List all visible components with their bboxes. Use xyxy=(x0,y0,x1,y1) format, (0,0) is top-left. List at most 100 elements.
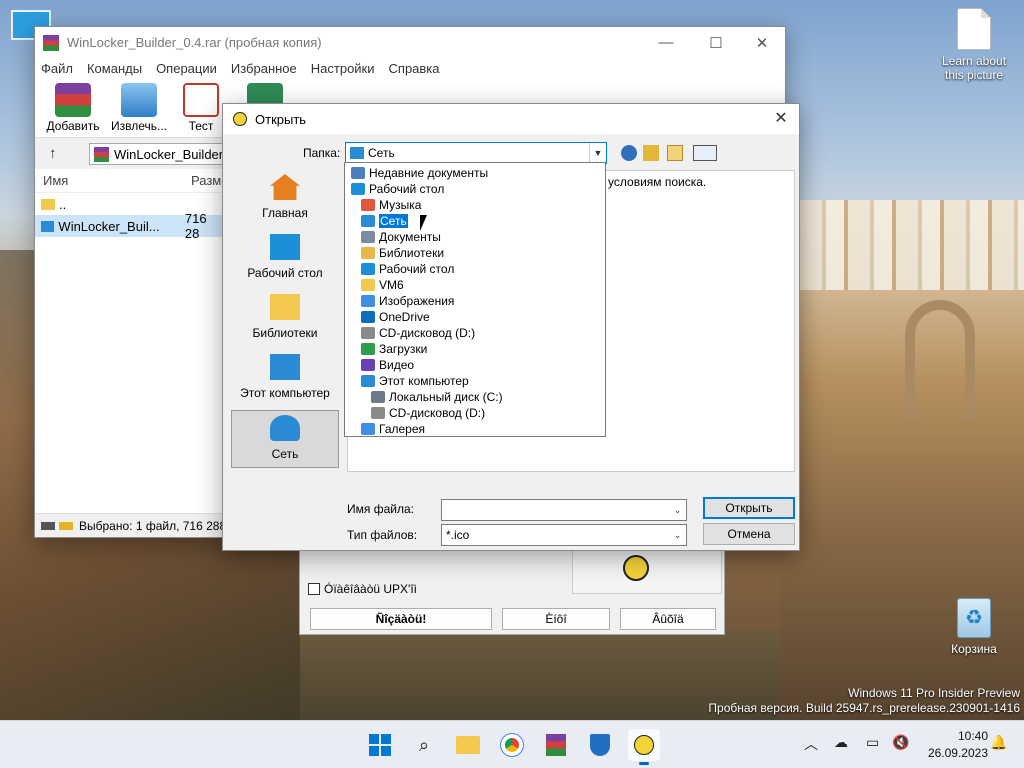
network-tray-icon[interactable]: ☁ xyxy=(834,734,848,751)
dropdown-item-label: Библиотеки xyxy=(379,246,445,260)
close-button[interactable]: ✕ xyxy=(739,27,785,58)
dropdown-item-label: Этот компьютер xyxy=(379,374,469,388)
chrome-icon[interactable] xyxy=(496,729,528,761)
open-button[interactable]: Открыть xyxy=(703,497,795,519)
back-icon[interactable] xyxy=(621,145,637,161)
menu-bar: Файл Команды Операции Избранное Настройк… xyxy=(35,58,785,78)
taskbar: ⌕ ︿ ☁ ▭ 🔇 10:40 26.09.2023 🔔 xyxy=(0,720,1024,768)
filetype-select[interactable]: *.ico ⌄ xyxy=(441,524,687,546)
menu-operations[interactable]: Операции xyxy=(156,61,217,76)
maximize-button[interactable]: ☐ xyxy=(693,27,739,58)
dropdown-item[interactable]: Недавние документы xyxy=(345,165,605,181)
dropdown-item[interactable]: Рабочий стол xyxy=(345,261,605,277)
start-icon[interactable] xyxy=(364,729,396,761)
cd-drive-icon xyxy=(371,407,385,419)
place-network[interactable]: Сеть xyxy=(231,410,339,468)
wallpaper-bridge xyxy=(905,300,975,420)
view-menu-icon[interactable] xyxy=(693,145,717,161)
exit-button[interactable]: Âûõîä xyxy=(620,608,716,630)
place-libraries[interactable]: Библиотеки xyxy=(231,290,339,348)
dropdown-item[interactable]: Локальный диск (C:) xyxy=(345,389,605,405)
folder-select[interactable]: Сеть ▼ xyxy=(345,142,607,164)
defender-icon[interactable] xyxy=(584,729,616,761)
dropdown-item[interactable]: OneDrive xyxy=(345,309,605,325)
chevron-down-icon[interactable]: ⌄ xyxy=(669,525,686,545)
dropdown-item-label: Видео xyxy=(379,358,415,372)
notification-bell-icon[interactable]: 🔔 xyxy=(990,734,1007,751)
place-desktop[interactable]: Рабочий стол xyxy=(231,230,339,288)
dropdown-item[interactable]: Сеть xyxy=(345,213,605,229)
search-icon[interactable]: ⌕ xyxy=(408,729,440,761)
explorer-icon[interactable] xyxy=(452,729,484,761)
status-text: Выбрано: 1 файл, 716 288 xyxy=(79,518,227,533)
chevron-up-icon[interactable]: ︿ xyxy=(804,734,818,754)
dropdown-item[interactable]: Загрузки xyxy=(345,341,605,357)
builder-icon[interactable] xyxy=(628,729,660,765)
desktop-icon-learn-picture[interactable]: Learn about this picture xyxy=(938,8,1010,82)
menu-help[interactable]: Справка xyxy=(389,61,440,76)
clock-time: 10:40 xyxy=(957,729,988,743)
dialog-close-button[interactable]: ✕ xyxy=(769,108,793,128)
dropdown-item[interactable]: Изображения xyxy=(345,293,605,309)
up-arrow-icon[interactable]: ↑ xyxy=(49,145,57,162)
dropdown-item[interactable]: Библиотеки xyxy=(345,245,605,261)
minimize-button[interactable]: — xyxy=(643,27,689,58)
cancel-button[interactable]: Отмена xyxy=(703,523,795,545)
dialog-titlebar[interactable]: Открыть xyxy=(223,104,799,134)
chevron-down-icon[interactable]: ▼ xyxy=(589,143,606,163)
menu-file[interactable]: Файл xyxy=(41,61,73,76)
builder-icon-preview xyxy=(572,550,722,594)
dropdown-item[interactable]: Музыка xyxy=(345,197,605,213)
menu-settings[interactable]: Настройки xyxy=(311,61,375,76)
recent-icon xyxy=(351,167,365,179)
dropdown-item[interactable]: Видео xyxy=(345,357,605,373)
network-icon xyxy=(350,147,364,159)
dropdown-item-label: Рабочий стол xyxy=(369,182,445,196)
test-clipboard-icon xyxy=(183,83,219,117)
menu-commands[interactable]: Команды xyxy=(87,61,142,76)
builder-window: Óïàêîâàòü UPX'îì Ñîçäàòü! Èíôî Âûõîä xyxy=(299,545,725,635)
home-icon xyxy=(270,174,300,200)
display-tray-icon[interactable]: ▭ xyxy=(866,734,879,751)
computer-icon xyxy=(361,375,375,387)
up-folder-icon[interactable] xyxy=(643,145,659,161)
upx-checkbox-row[interactable]: Óïàêîâàòü UPX'îì xyxy=(308,582,417,596)
drive-icon xyxy=(41,521,55,530)
clock[interactable]: 10:40 26.09.2023 xyxy=(928,728,988,762)
dropdown-item[interactable]: CD-дисковод (D:) xyxy=(345,405,605,421)
dropdown-item[interactable]: Рабочий стол xyxy=(345,181,605,197)
upx-checkbox[interactable] xyxy=(308,583,320,595)
desktop-icon xyxy=(351,183,365,195)
dropdown-item-label: Документы xyxy=(379,230,441,244)
winrar-icon[interactable] xyxy=(540,729,572,761)
libraries-icon xyxy=(270,294,300,320)
wallpaper-town xyxy=(800,200,1024,290)
create-button[interactable]: Ñîçäàòü! xyxy=(310,608,492,630)
watermark-line2: Пробная версия. Build 25947.rs_prereleas… xyxy=(708,701,1020,715)
desktop-icon-recycle-bin[interactable]: Корзина xyxy=(938,598,1010,656)
downloads-icon xyxy=(361,343,375,355)
menu-favorites[interactable]: Избранное xyxy=(231,61,297,76)
network-icon xyxy=(361,215,375,227)
list-item-archive[interactable]: WinLocker_Buil... 716 28 xyxy=(35,211,223,241)
dropdown-item[interactable]: Документы xyxy=(345,229,605,245)
pictures-icon xyxy=(361,295,375,307)
column-name[interactable]: Имя xyxy=(43,173,191,188)
info-button[interactable]: Èíôî xyxy=(502,608,610,630)
extract-button[interactable]: Извлечь... xyxy=(107,83,171,133)
dropdown-item-label: VM6 xyxy=(379,278,404,292)
add-archive-icon xyxy=(55,83,91,117)
dropdown-item[interactable]: Этот компьютер xyxy=(345,373,605,389)
volume-muted-icon[interactable]: 🔇 xyxy=(892,734,909,751)
dropdown-item[interactable]: Галерея xyxy=(345,421,605,437)
chevron-down-icon[interactable]: ⌄ xyxy=(669,500,686,520)
place-this-pc[interactable]: Этот компьютер xyxy=(231,350,339,408)
place-home[interactable]: Главная xyxy=(231,170,339,228)
filename-input[interactable]: ⌄ xyxy=(441,499,687,521)
dropdown-item[interactable]: VM6 xyxy=(345,277,605,293)
winrar-app-icon xyxy=(43,34,59,51)
radiation-icon xyxy=(233,112,247,126)
dropdown-item[interactable]: CD-дисковод (D:) xyxy=(345,325,605,341)
add-button[interactable]: Добавить xyxy=(41,83,105,133)
new-folder-icon[interactable] xyxy=(667,145,683,161)
